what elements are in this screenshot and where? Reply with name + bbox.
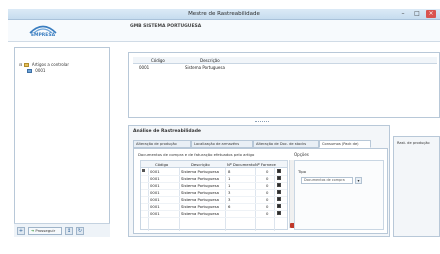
tab-strip: Alteração de produção Localização de arm… [133,140,388,148]
maximize-button[interactable]: □ [412,10,422,18]
documents-grid-header: Código Descrição Nº Documento Nº Fornece [141,161,287,168]
cell-description: Sistema Portuguesa [181,176,219,181]
folder-icon [23,63,29,67]
cell-code: 0001 [139,65,150,70]
tree-root-label: Artigos a controlar [31,62,70,67]
type-select[interactable]: Documentos de compra [301,177,353,184]
tree-root-item[interactable]: ⊟ Artigos a controlar [19,62,69,67]
column-header-description[interactable]: Descrição [200,58,220,63]
cell-description: Sistema Portuguesa [181,211,219,216]
table-row[interactable]: 0001 Sistema Portuguesa 1 0 [141,183,287,190]
close-button[interactable]: × [426,10,436,18]
app-window: Mestre de Rastreabilidade – □ × EMPRESA … [0,0,440,254]
title-bar: Mestre de Rastreabilidade – □ × [8,9,440,20]
documents-heading: Documentos de compra e de faturação efet… [138,152,255,157]
row-checkbox[interactable] [277,204,281,208]
tab-content: Documentos de compra e de faturação efet… [133,148,388,234]
cell-supplier: 0 [266,204,269,209]
forward-button[interactable]: ➜ Prosseguir [28,227,62,235]
cell-description: Sistema Portuguesa [185,65,225,70]
row-selector-icon [142,169,145,172]
article-icon [27,69,32,73]
cell-code: 0001 [150,190,160,195]
column-header-docno[interactable]: Nº Documento [227,162,255,167]
panel-splitter[interactable] [255,121,269,123]
tree-toolbar: + ➜ Prosseguir ↕ ↻ [14,223,110,237]
cell-description: Sistema Portuguesa [181,183,219,188]
panel-title: Análise de Rastreabilidade [133,129,201,134]
cell-code: 0001 [150,197,160,202]
cell-supplier: 0 [266,183,269,188]
cell-docno: 1 [228,183,231,188]
cell-code: 0001 [150,169,160,174]
forward-label: Prosseguir [35,228,56,233]
cell-supplier: 0 [266,190,269,195]
table-row[interactable]: 0001 Sistema Portuguesa 3 0 [141,190,287,197]
tab-stock-docs[interactable]: Alteração de Doc. de stocks [253,140,319,148]
tab-consumption[interactable]: Consumos (Pack de) [319,140,371,148]
cell-supplier: 0 [266,176,269,181]
table-row[interactable]: 0001 Sistema Portuguesa 1 0 [141,176,287,183]
tab-production-trace[interactable]: Rast. de produção [397,141,430,145]
tab-warehouse[interactable]: Localização de armazéns [191,140,253,148]
articles-grid-panel: Código Descrição 0001 Sistema Portuguesa [128,52,440,118]
add-button[interactable]: + [17,227,25,235]
production-trace-panel: Rast. de produção [393,136,440,237]
forward-arrow-icon: ➜ [31,228,35,233]
row-checkbox[interactable] [277,211,281,215]
type-label: Tipo [298,169,306,174]
table-row[interactable]: 0001 Sistema Portuguesa 8 0 [141,169,287,176]
tree-panel: ⊟ Artigos a controlar 0001 [14,47,110,237]
company-logo: EMPRESA [22,22,64,40]
options-group: Tipo Documentos de compra ▾ [294,160,384,230]
cell-supplier: 0 [266,197,269,202]
cell-docno: 1 [228,176,231,181]
cell-docno: 3 [228,190,231,195]
cell-code: 0001 [150,204,160,209]
tab-production[interactable]: Alteração de produção [133,140,191,148]
expand-icon[interactable]: ⊟ [19,62,22,67]
window-title: Mestre de Rastreabilidade [188,11,260,17]
sort-button[interactable]: ↕ [65,227,73,235]
row-checkbox[interactable] [277,190,281,194]
table-row[interactable]: 0001 Sistema Portuguesa 3 0 [141,197,287,204]
cell-docno: 3 [228,197,231,202]
column-header-supplier[interactable]: Nº Fornece [255,162,276,167]
cell-docno: 6 [228,204,231,209]
company-name: GMB SISTEMA PORTUGUESA [130,24,202,29]
cell-code: 0001 [150,176,160,181]
cell-description: Sistema Portuguesa [181,197,219,202]
table-row[interactable]: 0001 Sistema Portuguesa 0 [141,211,287,218]
row-checkbox[interactable] [277,183,281,187]
traceability-panel: Análise de Rastreabilidade Alteração de … [128,125,390,237]
column-header-description[interactable]: Descrição [191,162,210,167]
refresh-button[interactable]: ↻ [76,227,84,235]
chevron-down-icon[interactable]: ▾ [355,177,362,184]
cell-supplier: 0 [266,169,269,174]
documents-grid: Código Descrição Nº Documento Nº Fornece… [140,160,288,231]
column-header-code[interactable]: Código [155,162,168,167]
row-checkbox[interactable] [277,169,281,173]
column-header-code[interactable]: Código [151,58,165,63]
logo-text: EMPRESA [30,33,56,38]
row-checkbox[interactable] [277,197,281,201]
table-row[interactable]: 0001 Sistema Portuguesa [133,65,437,71]
cell-description: Sistema Portuguesa [181,169,219,174]
cell-code: 0001 [150,183,160,188]
articles-grid-header: Código Descrição [133,57,437,64]
options-heading: Opções [294,152,309,157]
cell-code: 0001 [150,211,160,216]
tree-child-label: 0001 [35,68,46,73]
cell-description: Sistema Portuguesa [181,204,219,209]
table-row[interactable]: 0001 Sistema Portuguesa 6 0 [141,204,287,211]
cell-description: Sistema Portuguesa [181,190,219,195]
cell-docno: 8 [228,169,231,174]
minimize-button[interactable]: – [398,10,408,18]
header-bar: EMPRESA GMB SISTEMA PORTUGUESA [8,20,440,42]
row-checkbox[interactable] [277,176,281,180]
cell-supplier: 0 [266,211,269,216]
tree-child-item[interactable]: 0001 [27,68,45,73]
